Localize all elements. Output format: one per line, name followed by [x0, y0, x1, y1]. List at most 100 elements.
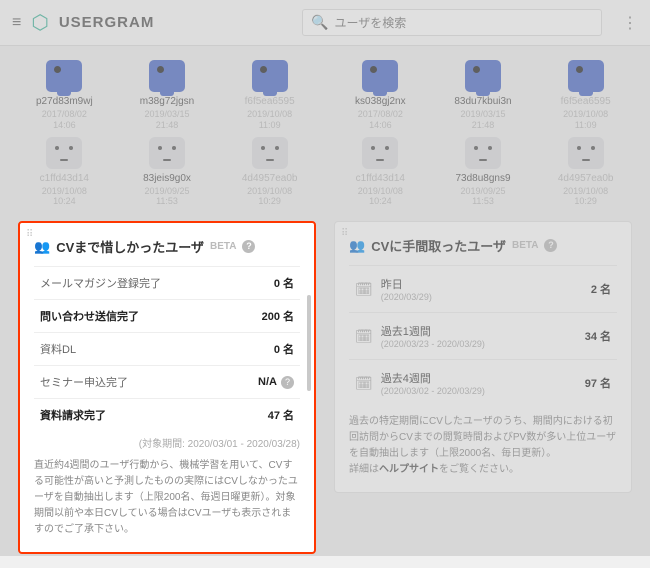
users-icon: 👥 [349, 238, 365, 254]
device-icon [252, 60, 288, 92]
panel-description: 直近約4週間のユーザ行動から、機械学習を用いて、CVする可能性が高いと予測したも… [34, 458, 300, 538]
user-card[interactable]: c1ffd43d14 2019/10/08 10:24 [334, 137, 427, 208]
period-label: (対象期間: 2020/03/01 - 2020/03/28) [34, 435, 300, 450]
user-card[interactable]: 4d4957ea0b 2019/10/08 10:29 [539, 137, 632, 208]
logo-icon: ⬡ [31, 10, 48, 35]
range-label: 昨日 [381, 276, 432, 292]
user-grid-left: p27d83m9wj 2017/08/02 14:06 m38g72jgsn2019… [18, 60, 316, 207]
user-name: c1ffd43d14 [18, 173, 111, 184]
user-name: p27d83m9wj [18, 96, 111, 107]
user-date: 2019/03/15 21:48 [437, 109, 530, 131]
user-name: 4d4957ea0b [223, 173, 316, 184]
user-name: 83jeis9g0x [121, 173, 214, 184]
beta-badge: BETA [210, 241, 236, 252]
stat-value: 0 名 [274, 275, 294, 291]
user-card[interactable]: 83du7kbui3n 2019/03/15 21:48 [437, 60, 530, 131]
user-date: 2019/10/08 10:29 [223, 186, 316, 208]
drag-handle-icon[interactable]: ⠿ [26, 229, 33, 240]
user-name: 4d4957ea0b [539, 173, 632, 184]
help-link[interactable]: ヘルプサイト [379, 464, 439, 475]
help-icon[interactable]: ? [544, 239, 557, 252]
face-icon [46, 137, 82, 169]
user-grid-right: ks038gj2nx 2017/08/02 14:06 83du7kbui3n 201… [334, 60, 632, 207]
slow-cv-panel: ⠿ 👥 CVに手間取ったユーザ BETA ? 🗓 昨日(2020/03/29) 2 … [334, 221, 632, 493]
user-card[interactable]: 4d4957ea0b 2019/10/08 10:29 [223, 137, 316, 208]
range-value: 34 名 [585, 328, 611, 344]
app-header: ≡ ⬡ USERGRAM 🔍 ⋮ [0, 0, 650, 46]
user-card[interactable]: ks038gj2nx 2017/08/02 14:06 [334, 60, 427, 131]
panel-description: 過去の特定期間にCVしたユーザのうち、期間内における初回訪問からCVまでの閲覧時… [349, 414, 617, 478]
range-value: 2 名 [591, 281, 611, 297]
range-row[interactable]: 🗓過去1週間(2020/03/23 - 2020/03/29)34 名 [349, 312, 617, 359]
user-date: 2019/09/25 11:53 [121, 186, 214, 208]
user-name: f6f5ea6595 [539, 96, 632, 107]
face-icon [252, 137, 288, 169]
user-name: 83du7kbui3n [437, 96, 530, 107]
user-name: c1ffd43d14 [334, 173, 427, 184]
stat-label: メールマガジン登録完了 [40, 275, 161, 291]
stat-row[interactable]: 問い合わせ送信完了 200 名 [34, 299, 300, 332]
device-icon [568, 60, 604, 92]
range-row[interactable]: 🗓 昨日(2020/03/29) 2 名 [349, 265, 617, 312]
range-sub: (2020/03/02 - 2020/03/29) [381, 386, 485, 396]
calendar-icon: 🗓 [355, 375, 373, 392]
help-icon[interactable]: ? [281, 376, 294, 389]
calendar-icon: 🗓 [355, 281, 373, 298]
hamburger-icon[interactable]: ≡ [12, 14, 21, 32]
user-date: 2017/08/02 14:06 [18, 109, 111, 131]
range-sub: (2020/03/29) [381, 292, 432, 302]
stat-value: 200 名 [262, 308, 294, 324]
range-row[interactable]: 🗓過去4週間(2020/03/02 - 2020/03/29)97 名 [349, 359, 617, 406]
stat-label: 問い合わせ送信完了 [40, 308, 139, 324]
drag-handle-icon[interactable]: ⠿ [341, 228, 348, 239]
user-card[interactable]: m38g72jgsn2019/03/15 21:48 [121, 60, 214, 131]
device-icon [465, 60, 501, 92]
stat-label: 資料請求完了 [40, 407, 106, 423]
search-icon: 🔍 [311, 14, 328, 31]
stat-label: 資料DL [40, 341, 76, 357]
panel-title: CVに手間取ったユーザ [371, 236, 506, 255]
user-date: 2019/10/08 11:09 [539, 109, 632, 131]
user-date: 2019/10/08 10:29 [539, 186, 632, 208]
stat-row[interactable]: 資料請求完了 47 名 [34, 398, 300, 431]
stat-row[interactable]: セミナー申込完了 N/A? [34, 365, 300, 398]
user-card[interactable]: c1ffd43d142019/10/08 10:24 [18, 137, 111, 208]
stat-value: 47 名 [268, 407, 294, 423]
user-card[interactable]: 83jeis9g0x 2019/09/25 11:53 [121, 137, 214, 208]
user-date: 2019/10/08 11:09 [223, 109, 316, 131]
user-date: 2019/09/25 11:53 [437, 186, 530, 208]
more-icon[interactable]: ⋮ [622, 13, 638, 33]
user-card[interactable]: p27d83m9wj 2017/08/02 14:06 [18, 60, 111, 131]
user-name: ks038gj2nx [334, 96, 427, 107]
stat-label: セミナー申込完了 [40, 374, 128, 390]
search-input[interactable] [334, 16, 593, 30]
user-date: 2019/10/08 10:24 [334, 186, 427, 208]
user-date: 2017/08/02 14:06 [334, 109, 427, 131]
search-field[interactable]: 🔍 [302, 9, 602, 36]
stat-value: 0 名 [274, 341, 294, 357]
scrollbar-thumb[interactable] [307, 295, 311, 391]
users-icon: 👥 [34, 239, 50, 255]
device-icon [46, 60, 82, 92]
stat-value: N/A [258, 376, 277, 388]
user-card[interactable]: 73d8u8gns9 2019/09/25 11:53 [437, 137, 530, 208]
face-icon [362, 137, 398, 169]
face-icon [568, 137, 604, 169]
stat-row[interactable]: メールマガジン登録完了 0 名 [34, 266, 300, 299]
device-icon [149, 60, 185, 92]
beta-badge: BETA [512, 240, 538, 251]
user-name: 73d8u8gns9 [437, 173, 530, 184]
range-sub: (2020/03/23 - 2020/03/29) [381, 339, 485, 349]
face-icon [465, 137, 501, 169]
user-date: 2019/03/15 21:48 [121, 109, 214, 131]
stat-row[interactable]: 資料DL 0 名 [34, 332, 300, 365]
range-value: 97 名 [585, 375, 611, 391]
calendar-icon: 🗓 [355, 328, 373, 345]
face-icon [149, 137, 185, 169]
panel-title: CVまで惜しかったユーザ [56, 237, 204, 256]
help-icon[interactable]: ? [242, 240, 255, 253]
brand-name: USERGRAM [59, 14, 155, 31]
user-card[interactable]: f6f5ea65952019/10/08 11:09 [223, 60, 316, 131]
user-card[interactable]: f6f5ea6595 2019/10/08 11:09 [539, 60, 632, 131]
near-cv-panel: ⠿ 👥 CVまで惜しかったユーザ BETA ? メールマガジン登録完了0 名問い… [18, 221, 316, 554]
